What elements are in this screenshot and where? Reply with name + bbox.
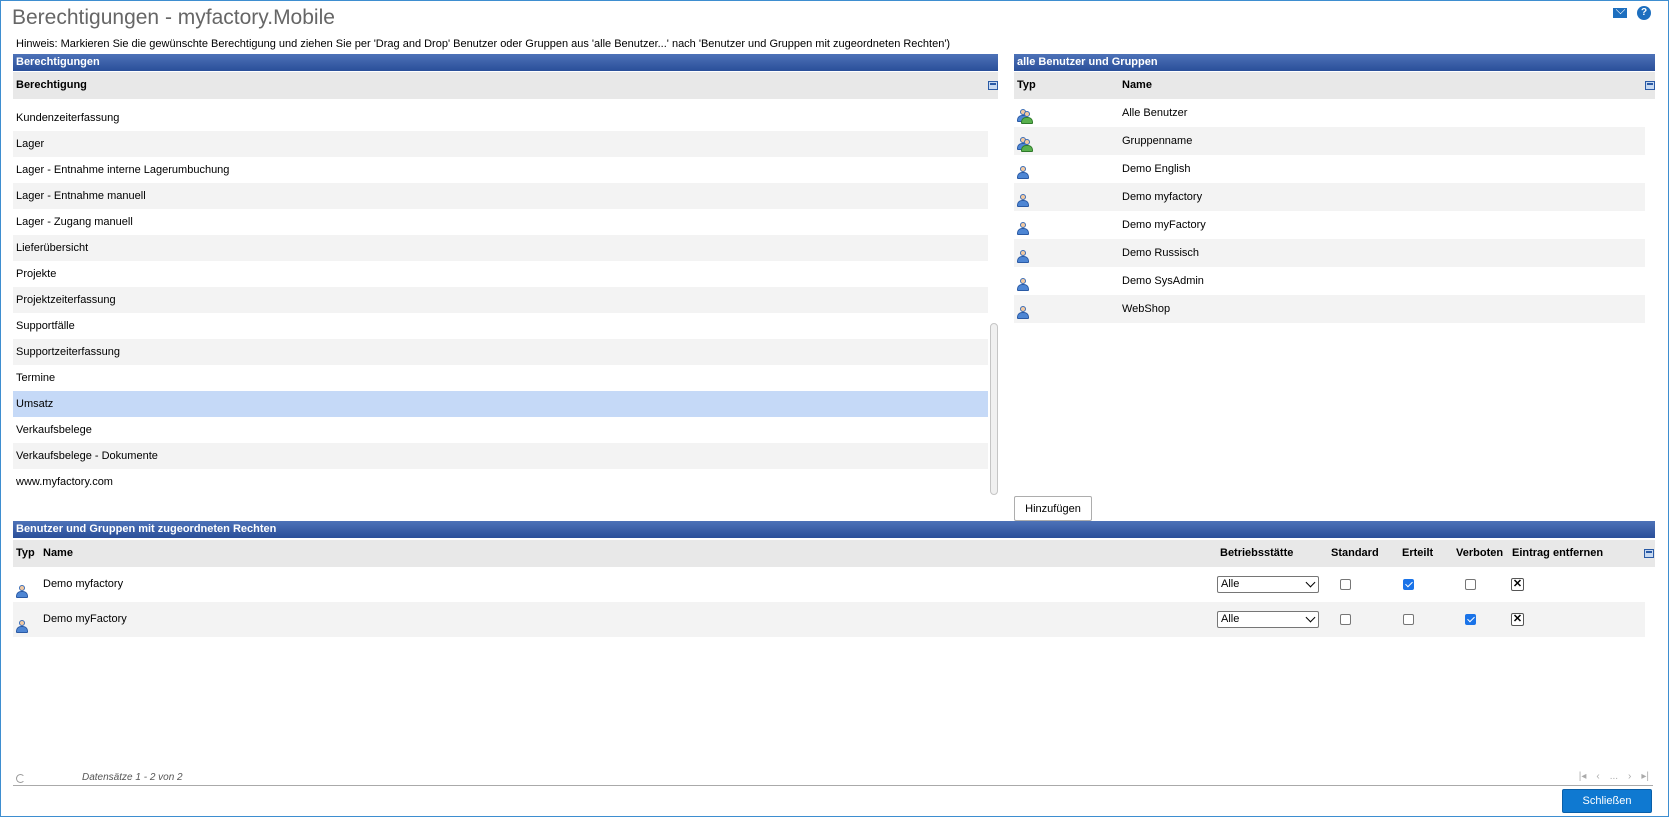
column-header-typ[interactable]: Typ [1017, 72, 1036, 99]
all-users-grid-header: Typ Name [1014, 72, 1655, 99]
user-icon [1017, 278, 1029, 291]
remove-entry-button[interactable]: ✕ [1511, 613, 1524, 626]
permission-row[interactable]: Lager - Entnahme interne Lagerumbuchung [13, 157, 988, 183]
all-users-section-header: alle Benutzer und Gruppen [1014, 54, 1655, 71]
column-header-standard[interactable]: Standard [1331, 540, 1379, 567]
chevron-down-icon [1305, 577, 1316, 588]
column-header-betriebsstaette[interactable]: Betriebsstätte [1220, 540, 1293, 567]
user-name: Demo Russisch [1122, 247, 1200, 259]
chevron-down-icon [1305, 612, 1316, 623]
top-icons: ? [1613, 6, 1651, 20]
permissions-section-header: Berechtigungen [13, 54, 998, 71]
permission-row[interactable]: Lager - Entnahme manuell [13, 183, 988, 209]
column-header-eintrag-entfernen[interactable]: Eintrag entfernen [1512, 540, 1603, 567]
permissions-list: Kundenzeiterfassung Lager Lager - Entnahme… [13, 105, 988, 495]
user-name: Demo English [1122, 163, 1191, 175]
permission-row[interactable]: www.myfactory.com [13, 469, 988, 495]
assigned-section-header: Benutzer und Gruppen mit zugeordneten Re… [13, 521, 1655, 538]
permission-row[interactable]: Projektzeiterfassung [13, 287, 988, 313]
add-button[interactable]: Hinzufügen [1014, 496, 1092, 521]
granted-checkbox[interactable] [1403, 614, 1414, 625]
first-page-icon[interactable]: |◂ [1579, 771, 1587, 782]
assigned-row[interactable]: Demo myFactory Alle ✕ [13, 602, 1645, 637]
assigned-name: Demo myFactory [43, 613, 127, 625]
user-name: Demo myFactory [1122, 219, 1206, 231]
records-count: Datensätze 1 - 2 von 2 [82, 772, 183, 783]
permission-row[interactable]: Umsatz [13, 391, 988, 417]
user-list-row[interactable]: WebShop [1014, 295, 1645, 323]
permission-row[interactable]: Lager - Zugang manuell [13, 209, 988, 235]
forbidden-checkbox[interactable] [1465, 614, 1476, 625]
permission-row[interactable]: Supportzeiterfassung [13, 339, 988, 365]
group-icon [1017, 137, 1033, 152]
column-chooser-icon[interactable] [1645, 81, 1655, 90]
column-header-name[interactable]: Name [43, 540, 73, 567]
assigned-name: Demo myfactory [43, 578, 124, 590]
site-select[interactable]: Alle [1217, 576, 1319, 593]
user-icon [16, 620, 28, 633]
user-icon [1017, 222, 1029, 235]
pager-ellipsis: ... [1609, 771, 1619, 782]
help-icon[interactable]: ? [1637, 6, 1651, 20]
pager: |◂ ‹ ... › ▸| [1579, 771, 1649, 782]
column-header-typ[interactable]: Typ [16, 540, 35, 567]
hint-text: Hinweis: Markieren Sie die gewünschte Be… [16, 38, 951, 50]
permission-row[interactable]: Verkaufsbelege - Dokumente [13, 443, 988, 469]
refresh-icon[interactable] [16, 774, 25, 783]
user-icon [1017, 166, 1029, 179]
column-header-berechtigung[interactable]: Berechtigung [16, 72, 87, 99]
user-icon [16, 585, 28, 598]
standard-checkbox[interactable] [1340, 579, 1351, 590]
site-select[interactable]: Alle [1217, 611, 1319, 628]
next-page-icon[interactable]: › [1628, 771, 1631, 782]
user-icon [1017, 194, 1029, 207]
permission-row[interactable]: Kundenzeiterfassung [13, 105, 988, 131]
remove-entry-button[interactable]: ✕ [1511, 578, 1524, 591]
user-list-row[interactable]: Alle Benutzer [1014, 99, 1645, 127]
permission-row[interactable]: Verkaufsbelege [13, 417, 988, 443]
user-list-row[interactable]: Demo English [1014, 155, 1645, 183]
column-header-name[interactable]: Name [1122, 72, 1152, 99]
user-list-row[interactable]: Demo SysAdmin [1014, 267, 1645, 295]
permissions-grid-header: Berechtigung [13, 72, 998, 99]
permission-row[interactable]: Lieferübersicht [13, 235, 988, 261]
site-select-value: Alle [1221, 613, 1240, 625]
granted-checkbox[interactable] [1403, 579, 1414, 590]
assigned-grid-header: Typ Name Betriebsstätte Standard Erteilt… [13, 540, 1655, 567]
grid-footer: Datensätze 1 - 2 von 2 |◂ ‹ ... › ▸| [13, 771, 1653, 786]
last-page-icon[interactable]: ▸| [1641, 771, 1649, 782]
column-header-verboten[interactable]: Verboten [1456, 540, 1503, 567]
prev-page-icon[interactable]: ‹ [1596, 771, 1599, 782]
user-name: Gruppenname [1122, 135, 1193, 147]
column-header-erteilt[interactable]: Erteilt [1402, 540, 1433, 567]
assigned-row[interactable]: Demo myfactory Alle ✕ [13, 567, 1645, 602]
standard-checkbox[interactable] [1340, 614, 1351, 625]
forbidden-checkbox[interactable] [1465, 579, 1476, 590]
user-name: Demo SysAdmin [1122, 275, 1204, 287]
page-title: Berechtigungen - myfactory.Mobile [12, 6, 335, 29]
user-icon [1017, 250, 1029, 263]
permissions-scrollbar[interactable] [990, 323, 998, 495]
all-users-list: Alle Benutzer Gruppenname Demo English Demo… [1014, 99, 1645, 323]
group-icon [1017, 109, 1033, 124]
permission-row[interactable]: Supportfälle [13, 313, 988, 339]
permission-row[interactable]: Projekte [13, 261, 988, 287]
user-icon [1017, 306, 1029, 319]
permission-row[interactable]: Lager [13, 131, 988, 157]
user-name: WebShop [1122, 303, 1171, 315]
mail-icon[interactable] [1613, 8, 1627, 18]
user-list-row[interactable]: Gruppenname [1014, 127, 1645, 155]
site-select-value: Alle [1221, 578, 1240, 590]
user-list-row[interactable]: Demo myFactory [1014, 211, 1645, 239]
assigned-list: Demo myfactory Alle ✕ Demo myFactory Alle ✕ [13, 567, 1645, 637]
user-list-row[interactable]: Demo Russisch [1014, 239, 1645, 267]
close-button[interactable]: Schließen [1562, 789, 1652, 813]
column-chooser-icon[interactable] [988, 81, 998, 90]
permission-row[interactable]: Termine [13, 365, 988, 391]
user-name: Alle Benutzer [1122, 107, 1188, 119]
column-chooser-icon[interactable] [1644, 549, 1654, 558]
user-list-row[interactable]: Demo myfactory [1014, 183, 1645, 211]
user-name: Demo myfactory [1122, 191, 1203, 203]
